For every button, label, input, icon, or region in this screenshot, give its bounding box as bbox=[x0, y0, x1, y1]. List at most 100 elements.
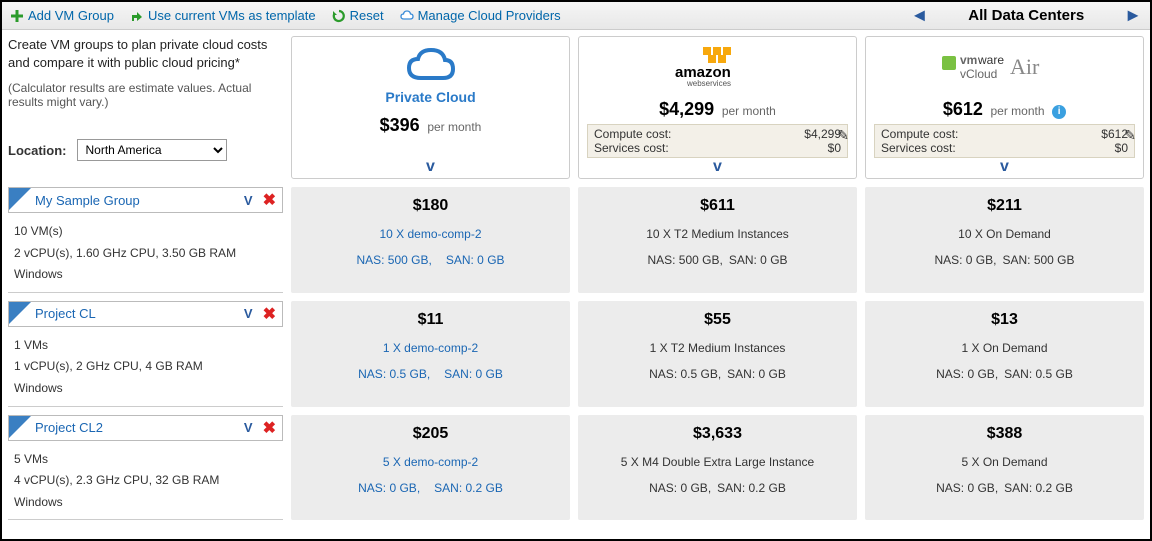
cell-instance-line[interactable]: 5 X demo-comp-2 bbox=[383, 455, 478, 469]
info-icon[interactable]: i bbox=[1052, 105, 1066, 119]
edit-cost-button[interactable]: ✎ bbox=[1124, 127, 1136, 144]
cost-cell: $611 10 X T2 Medium Instances NAS: 500 G… bbox=[578, 187, 857, 293]
cell-instance-line: 1 X On Demand bbox=[961, 341, 1047, 355]
reset-icon bbox=[332, 9, 346, 23]
group-name: Project CL bbox=[35, 306, 244, 321]
location-label: Location: bbox=[8, 143, 67, 158]
provider-price: $396 bbox=[380, 115, 420, 135]
provider-per: per month bbox=[722, 104, 776, 118]
group-os: Windows bbox=[8, 264, 283, 286]
delete-group-button[interactable]: ✖ bbox=[263, 190, 276, 210]
group-vms: 10 VM(s) bbox=[8, 221, 283, 243]
group-name: Project CL2 bbox=[35, 420, 244, 435]
cost-cell: $180 10 X demo-comp-2 NAS: 500 GB,SAN: 0… bbox=[291, 187, 570, 293]
cost-breakdown: Compute cost:$4,299 Services cost:$0 ✎ bbox=[587, 124, 848, 158]
collapse-group-button[interactable]: V bbox=[244, 306, 253, 321]
manage-cloud-label: Manage Cloud Providers bbox=[418, 8, 561, 23]
group-spec: 2 vCPU(s), 1.60 GHz CPU, 3.50 GB RAM bbox=[8, 243, 283, 265]
provider-price: $612 bbox=[943, 99, 983, 119]
cost-cell: $388 5 X On Demand NAS: 0 GB,SAN: 0.2 GB bbox=[865, 415, 1144, 521]
delete-group-button[interactable]: ✖ bbox=[263, 418, 276, 438]
expand-provider-button[interactable]: v bbox=[587, 158, 848, 176]
cell-price: $211 bbox=[987, 197, 1022, 215]
cell-price: $11 bbox=[418, 311, 444, 329]
cell-storage-line[interactable]: NAS: 500 GB,SAN: 0 GB bbox=[356, 253, 504, 267]
use-template-button[interactable]: Use current VMs as template bbox=[130, 8, 316, 23]
toolbar: Add VM Group Use current VMs as template… bbox=[2, 2, 1150, 30]
corner-icon bbox=[9, 188, 31, 210]
use-template-label: Use current VMs as template bbox=[148, 8, 316, 23]
cost-cell: $13 1 X On Demand NAS: 0 GB,SAN: 0.5 GB bbox=[865, 301, 1144, 407]
group-sidebar: Project CL V ✖ 1 VMs 1 vCPU(s), 2 GHz CP… bbox=[8, 301, 283, 407]
group-vms: 1 VMs bbox=[8, 335, 283, 357]
intro-text: Create VM groups to plan private cloud c… bbox=[8, 36, 283, 71]
cost-cell: $205 5 X demo-comp-2 NAS: 0 GB,SAN: 0.2 … bbox=[291, 415, 570, 521]
group-sidebar: Project CL2 V ✖ 5 VMs 4 vCPU(s), 2.3 GHz… bbox=[8, 415, 283, 521]
cell-price: $3,633 bbox=[693, 425, 742, 443]
cost-cell: $11 1 X demo-comp-2 NAS: 0.5 GB,SAN: 0 G… bbox=[291, 301, 570, 407]
cell-instance-line: 10 X T2 Medium Instances bbox=[646, 227, 789, 241]
cell-instance-line: 10 X On Demand bbox=[958, 227, 1051, 241]
cell-instance-line: 5 X M4 Double Extra Large Instance bbox=[621, 455, 814, 469]
collapse-group-button[interactable]: V bbox=[244, 420, 253, 435]
cell-price: $611 bbox=[700, 197, 735, 215]
svg-text:webservices: webservices bbox=[686, 79, 731, 87]
cell-storage-line: NAS: 0.5 GB,SAN: 0 GB bbox=[649, 367, 786, 381]
prev-dc-button[interactable]: ◄ bbox=[910, 5, 928, 26]
group-vms: 5 VMs bbox=[8, 449, 283, 471]
cell-storage-line: NAS: 0 GB,SAN: 500 GB bbox=[934, 253, 1074, 267]
cell-storage-line: NAS: 0 GB,SAN: 0.2 GB bbox=[936, 481, 1073, 495]
cost-cell: $55 1 X T2 Medium Instances NAS: 0.5 GB,… bbox=[578, 301, 857, 407]
cell-instance-line[interactable]: 1 X demo-comp-2 bbox=[383, 341, 478, 355]
cell-storage-line: NAS: 500 GB,SAN: 0 GB bbox=[647, 253, 787, 267]
delete-group-button[interactable]: ✖ bbox=[263, 304, 276, 324]
group-header[interactable]: Project CL2 V ✖ bbox=[8, 415, 283, 441]
svg-text:ware: ware bbox=[977, 53, 1004, 67]
corner-icon bbox=[9, 416, 31, 438]
group-header[interactable]: Project CL V ✖ bbox=[8, 301, 283, 327]
collapse-group-button[interactable]: V bbox=[244, 193, 253, 208]
provider-card-private: Private Cloud $396 per month v bbox=[291, 36, 570, 179]
provider-card-vcloud: vmware vCloud Air $612 per month i Compu… bbox=[865, 36, 1144, 179]
cell-price: $205 bbox=[413, 425, 449, 443]
provider-card-aws: amazon webservices $4,299 per month Comp… bbox=[578, 36, 857, 179]
reset-button[interactable]: Reset bbox=[332, 8, 384, 23]
cell-instance-line: 5 X On Demand bbox=[961, 455, 1047, 469]
cost-cell: $3,633 5 X M4 Double Extra Large Instanc… bbox=[578, 415, 857, 521]
cloud-icon bbox=[400, 9, 414, 23]
provider-per: per month bbox=[427, 120, 481, 134]
next-dc-button[interactable]: ► bbox=[1124, 5, 1142, 26]
add-vm-group-label: Add VM Group bbox=[28, 8, 114, 23]
cell-instance-line[interactable]: 10 X demo-comp-2 bbox=[379, 227, 481, 241]
vcloud-logo-icon: vmware vCloud Air bbox=[940, 43, 1070, 89]
group-spec: 1 vCPU(s), 2 GHz CPU, 4 GB RAM bbox=[8, 356, 283, 378]
dc-title: All Data Centers bbox=[968, 7, 1084, 24]
cell-price: $55 bbox=[704, 311, 731, 329]
private-cloud-icon bbox=[403, 43, 459, 89]
group-header[interactable]: My Sample Group V ✖ bbox=[8, 187, 283, 213]
cell-price: $388 bbox=[987, 425, 1023, 443]
reset-label: Reset bbox=[350, 8, 384, 23]
group-spec: 4 vCPU(s), 2.3 GHz CPU, 32 GB RAM bbox=[8, 470, 283, 492]
cell-storage-line[interactable]: NAS: 0.5 GB,SAN: 0 GB bbox=[358, 367, 503, 381]
cell-instance-line: 1 X T2 Medium Instances bbox=[650, 341, 786, 355]
corner-icon bbox=[9, 302, 31, 324]
edit-cost-button[interactable]: ✎ bbox=[837, 127, 849, 144]
group-name: My Sample Group bbox=[35, 193, 244, 208]
svg-text:vm: vm bbox=[960, 53, 977, 67]
svg-text:vCloud: vCloud bbox=[960, 67, 997, 81]
manage-cloud-button[interactable]: Manage Cloud Providers bbox=[400, 8, 561, 23]
provider-name: Private Cloud bbox=[385, 89, 475, 105]
cell-storage-line: NAS: 0 GB,SAN: 0.2 GB bbox=[649, 481, 786, 495]
provider-price: $4,299 bbox=[659, 99, 714, 119]
location-select[interactable]: North America bbox=[77, 139, 227, 161]
cell-storage-line: NAS: 0 GB,SAN: 0.5 GB bbox=[936, 367, 1073, 381]
cell-storage-line[interactable]: NAS: 0 GB,SAN: 0.2 GB bbox=[358, 481, 503, 495]
provider-per: per month bbox=[991, 104, 1045, 118]
cost-breakdown: Compute cost:$612 Services cost:$0 ✎ bbox=[874, 124, 1135, 158]
aws-logo-icon: amazon webservices bbox=[673, 43, 763, 89]
expand-provider-button[interactable]: v bbox=[300, 158, 561, 176]
add-vm-group-button[interactable]: Add VM Group bbox=[10, 8, 114, 23]
svg-text:Air: Air bbox=[1010, 54, 1040, 79]
expand-provider-button[interactable]: v bbox=[874, 158, 1135, 176]
